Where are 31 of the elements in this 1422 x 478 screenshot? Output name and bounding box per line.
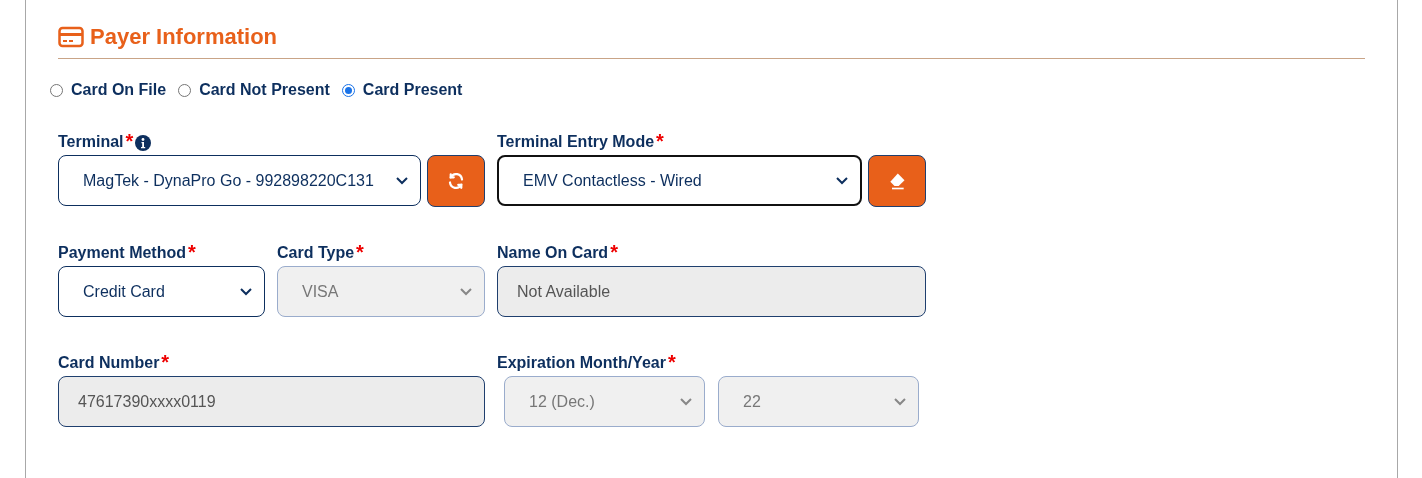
chevron-down-icon: [460, 287, 472, 296]
chevron-down-icon: [836, 176, 848, 185]
card-mode-radio[interactable]: Card Not Present: [178, 81, 330, 99]
required-mark: *: [125, 133, 134, 149]
refresh-button[interactable]: [427, 155, 485, 207]
dropdown-field[interactable]: MagTek - DynaPro Go - 992898220C131: [58, 155, 421, 206]
card-mode-radio[interactable]: Card Present: [341, 81, 463, 99]
required-mark: *: [656, 133, 664, 149]
chevron-down-icon: [894, 397, 906, 406]
field-label: Card Number: [58, 354, 160, 372]
field-label: Terminal Entry Mode: [497, 133, 655, 151]
field-label: Terminal: [58, 133, 124, 151]
card-mode-radio[interactable]: Card On File: [50, 81, 167, 99]
refresh-icon: [447, 172, 465, 190]
section-title: Payer Information: [90, 24, 278, 50]
chevron-down-icon: [680, 397, 692, 406]
required-mark: *: [161, 354, 170, 370]
credit-card-icon: [58, 26, 84, 48]
clear-button[interactable]: [868, 155, 926, 207]
field-label: Payment Method: [58, 244, 186, 262]
dropdown-field[interactable]: EMV Contactless - Wired: [497, 155, 862, 206]
required-mark: *: [667, 354, 676, 370]
dropdown-field[interactable]: Credit Card: [58, 266, 265, 317]
field-label: Name On Card: [497, 244, 609, 262]
field-label: Expiration Month/Year: [497, 354, 666, 372]
required-mark: *: [610, 244, 618, 260]
chevron-down-icon: [240, 287, 252, 296]
required-mark: *: [356, 244, 364, 260]
chevron-down-icon: [396, 176, 408, 185]
field-label: Card Type: [277, 244, 355, 262]
required-mark: *: [188, 244, 196, 260]
